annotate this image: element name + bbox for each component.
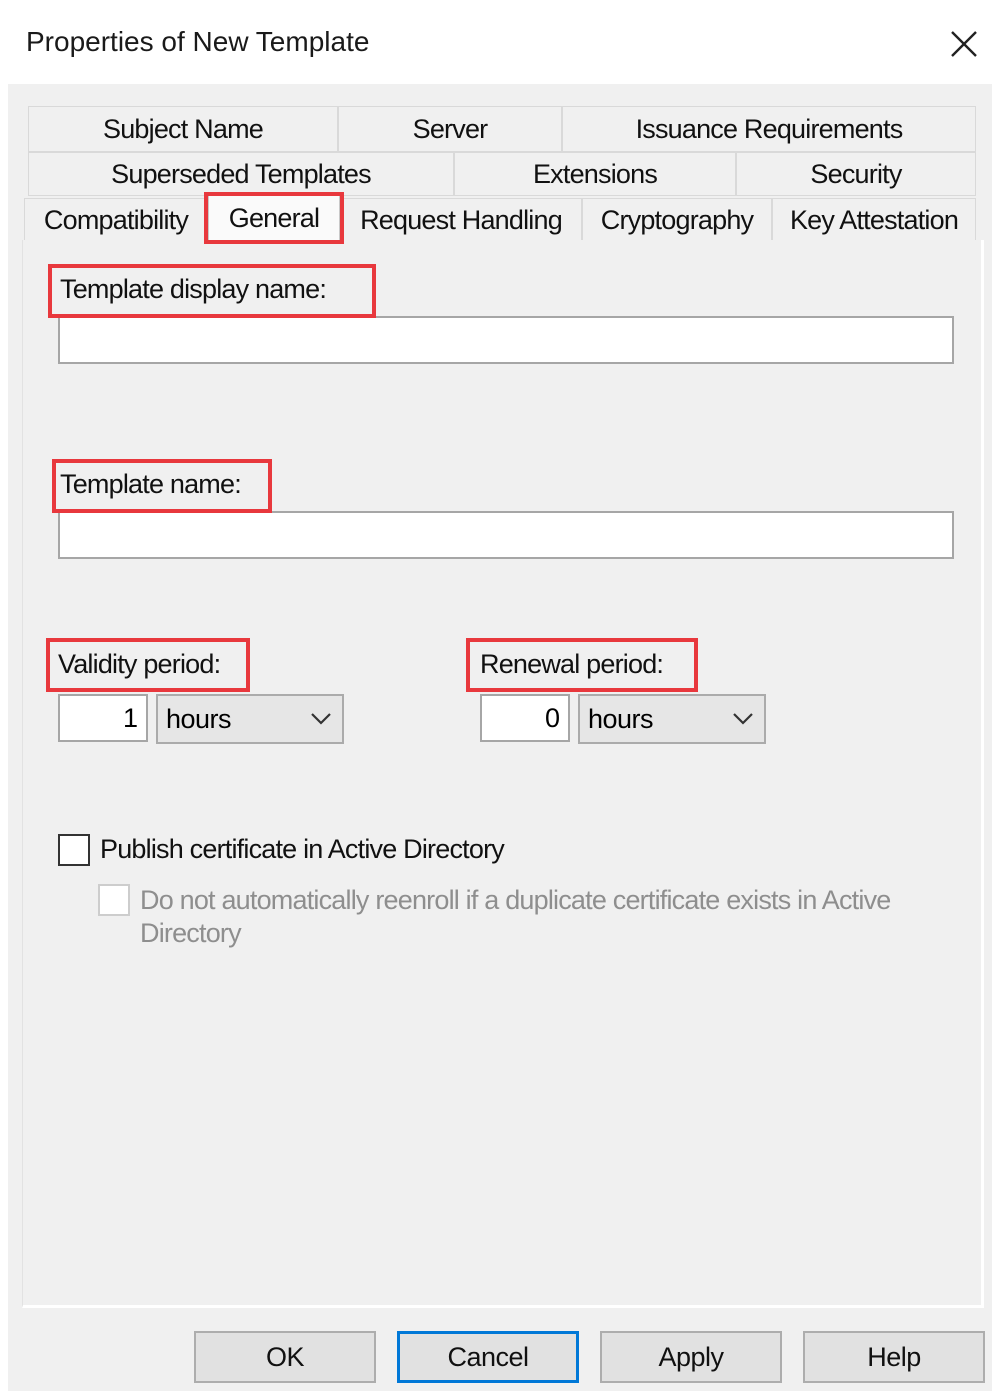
- tab-security[interactable]: Security: [736, 152, 976, 196]
- tab-server[interactable]: Server: [338, 106, 562, 152]
- tab-compatibility[interactable]: Compatibility: [24, 198, 208, 242]
- tab-extensions[interactable]: Extensions: [454, 152, 736, 196]
- validity-period-unit-select[interactable]: hours: [156, 694, 344, 744]
- close-button[interactable]: [938, 20, 988, 66]
- template-name-label: Template name:: [60, 469, 242, 499]
- chevron-down-icon: [311, 713, 331, 725]
- renewal-period-unit-select[interactable]: hours: [578, 694, 766, 744]
- cancel-button[interactable]: Cancel: [397, 1331, 579, 1383]
- template-display-name-label: Template display name:: [60, 274, 327, 304]
- title-bar: Properties of New Template: [0, 0, 992, 84]
- ok-button[interactable]: OK: [194, 1331, 376, 1383]
- renewal-period-label: Renewal period:: [480, 649, 664, 679]
- help-button[interactable]: Help: [803, 1331, 985, 1383]
- apply-button[interactable]: Apply: [600, 1331, 782, 1383]
- template-display-name-input[interactable]: [58, 316, 954, 364]
- publish-in-ad-label[interactable]: Publish certificate in Active Directory: [100, 834, 505, 865]
- window-title: Properties of New Template: [26, 26, 370, 57]
- tab-subject-name[interactable]: Subject Name: [28, 106, 338, 152]
- renewal-period-value-input[interactable]: 0: [480, 694, 570, 742]
- tab-issuance-requirements[interactable]: Issuance Requirements: [562, 106, 976, 152]
- validity-period-value-input[interactable]: 1: [58, 694, 148, 742]
- tab-general[interactable]: General: [208, 194, 340, 242]
- tab-key-attestation[interactable]: Key Attestation: [772, 198, 976, 242]
- tab-request-handling[interactable]: Request Handling: [340, 198, 582, 242]
- tab-cryptography[interactable]: Cryptography: [582, 198, 772, 242]
- general-tab-panel: [22, 240, 984, 1308]
- no-auto-reenroll-checkbox: [98, 884, 130, 916]
- tab-superseded-templates[interactable]: Superseded Templates: [28, 152, 454, 196]
- close-icon: [951, 31, 977, 57]
- validity-period-label: Validity period:: [58, 649, 221, 679]
- chevron-down-icon: [733, 713, 753, 725]
- no-auto-reenroll-label: Do not automatically reenroll if a dupli…: [140, 885, 891, 948]
- publish-in-ad-checkbox[interactable]: [58, 834, 90, 866]
- template-name-input[interactable]: [58, 511, 954, 559]
